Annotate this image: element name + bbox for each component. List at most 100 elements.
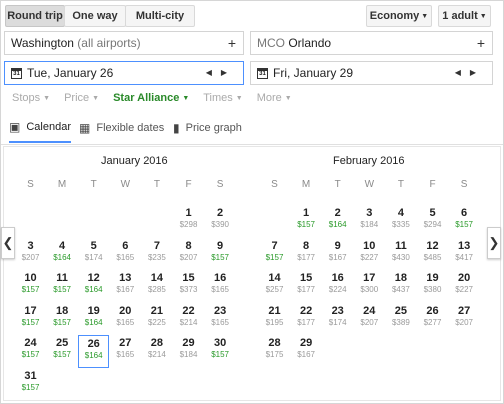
day-cell[interactable]: 20 $227 — [449, 270, 480, 303]
day-cell[interactable]: 10 $227 — [354, 238, 385, 271]
day-cell[interactable]: 24 $157 — [15, 335, 46, 368]
day-cell[interactable]: 7 $157 — [259, 238, 290, 271]
day-cell[interactable]: 25 $389 — [385, 303, 416, 336]
day-cell[interactable]: 4 $164 — [47, 238, 78, 271]
day-number: 4 — [59, 239, 66, 252]
day-cell[interactable]: 31 $157 — [15, 368, 46, 401]
one-way-button[interactable]: One way — [64, 5, 126, 27]
view-tabs: ▣ Calendar ▦ Flexible dates ▮ Price graph — [1, 113, 503, 145]
day-cell[interactable]: 18 $157 — [47, 303, 78, 336]
filter-times[interactable]: Times ▼ — [203, 92, 242, 104]
day-cell[interactable]: 16 $224 — [322, 270, 353, 303]
day-number: 20 — [119, 304, 132, 317]
day-number: 4 — [397, 207, 404, 219]
day-cell[interactable]: 8 $207 — [173, 238, 204, 271]
day-cell[interactable]: 17 $157 — [15, 303, 46, 336]
filter-more[interactable]: More ▼ — [257, 92, 292, 104]
day-cell[interactable]: 26 $277 — [417, 303, 448, 336]
day-cell[interactable]: 28 $214 — [141, 335, 172, 368]
day-cell[interactable]: 12 $164 — [78, 270, 109, 303]
day-cell[interactable]: 19 $164 — [78, 303, 109, 336]
day-cell[interactable]: 20 $165 — [110, 303, 141, 336]
day-cell[interactable]: 2 $164 — [322, 205, 353, 238]
tab-flexible-dates[interactable]: ▦ Flexible dates — [79, 113, 164, 143]
day-cell[interactable]: 14 $257 — [259, 270, 290, 303]
day-number: 23 — [213, 304, 227, 317]
tab-calendar[interactable]: ▣ Calendar — [9, 113, 71, 143]
day-price: $207 — [360, 317, 379, 327]
origin-detail: (all airports) — [77, 36, 141, 50]
day-price: $175 — [265, 350, 284, 359]
chevron-right-icon: ❯ — [488, 235, 500, 250]
origin-field[interactable]: Washington (all airports) + — [4, 31, 244, 55]
depart-date-field[interactable]: 31 Tue, January 26 ◀▶ — [4, 61, 244, 85]
day-cell[interactable]: 17 $300 — [354, 270, 385, 303]
day-cell[interactable]: 13 $167 — [110, 270, 141, 303]
filter-price[interactable]: Price ▼ — [64, 92, 99, 104]
day-cell[interactable]: 22 $177 — [291, 303, 322, 336]
multi-city-button[interactable]: Multi-city — [125, 5, 195, 27]
day-cell[interactable]: 21 $195 — [259, 303, 290, 336]
day-cell[interactable]: 9 $157 — [205, 238, 236, 271]
weekday-label: M — [301, 179, 311, 190]
day-cell[interactable]: 21 $225 — [141, 303, 172, 336]
day-cell[interactable]: 5 $174 — [78, 238, 109, 271]
weekday-label: S — [216, 179, 224, 190]
day-cell[interactable]: 16 $165 — [205, 270, 236, 303]
day-number: 23 — [331, 304, 344, 317]
day-cell[interactable]: 23 $174 — [322, 303, 353, 336]
day-cell[interactable]: 1 $298 — [173, 205, 204, 238]
day-cell[interactable]: 30 $157 — [205, 335, 236, 368]
day-cell[interactable]: 19 $380 — [417, 270, 448, 303]
destination-field[interactable]: MCO Orlando + — [250, 31, 493, 55]
day-cell[interactable]: 12 $485 — [417, 238, 448, 271]
passengers-select[interactable]: 1 adult ▼ — [438, 5, 491, 27]
day-number: 13 — [119, 272, 132, 284]
day-cell[interactable]: 8 $177 — [291, 238, 322, 271]
day-cell[interactable]: 2 $390 — [205, 205, 236, 238]
day-cell[interactable]: 15 $373 — [173, 270, 204, 303]
day-cell[interactable]: 3 $184 — [354, 205, 385, 238]
day-cell[interactable]: 14 $285 — [141, 270, 172, 303]
previous-month-button[interactable]: ❮ — [1, 227, 15, 259]
tab-price-graph[interactable]: ▮ Price graph — [173, 113, 242, 143]
day-cell[interactable]: 27 $207 — [449, 303, 480, 336]
day-cell[interactable]: 11 $430 — [385, 238, 416, 271]
filter-airlines[interactable]: Star Alliance ▼ — [113, 92, 189, 104]
return-date-field[interactable]: 31 Fri, January 29 ◀▶ — [250, 61, 493, 85]
flight-search-panel: Round trip One way Multi-city Economy ▼ 1… — [0, 0, 504, 404]
day-cell[interactable]: 4 $335 — [385, 205, 416, 238]
day-cell[interactable]: 7 $235 — [141, 238, 172, 271]
cabin-select[interactable]: Economy ▼ — [366, 5, 432, 27]
day-cell[interactable]: 6 $157 — [449, 205, 480, 238]
day-cell[interactable]: 1 $157 — [291, 205, 322, 238]
day-cell[interactable]: 6 $165 — [110, 238, 141, 271]
day-cell[interactable]: 5 $294 — [417, 205, 448, 238]
day-cell[interactable]: 28 $175 — [259, 335, 290, 368]
day-cell[interactable]: 23 $165 — [205, 303, 236, 336]
day-cell[interactable]: 9 $167 — [322, 238, 353, 271]
add-origin-icon[interactable]: + — [228, 35, 236, 51]
day-price: $300 — [360, 285, 379, 294]
return-date-arrows[interactable]: ◀▶ — [455, 68, 485, 77]
day-cell[interactable]: 27 $165 — [110, 335, 141, 368]
round-trip-button[interactable]: Round trip — [5, 5, 65, 27]
day-cell[interactable]: 25 $157 — [47, 335, 78, 368]
day-cell[interactable]: 24 $207 — [354, 303, 385, 336]
day-number: 28 — [150, 337, 164, 349]
day-cell[interactable]: 29 $184 — [173, 335, 204, 368]
day-cell[interactable]: 10 $157 — [15, 270, 46, 303]
day-cell[interactable]: 15 $177 — [291, 270, 322, 303]
add-destination-icon[interactable]: + — [477, 35, 485, 51]
day-cell[interactable]: 13 $417 — [449, 238, 480, 271]
day-cell[interactable]: 3 $207 — [15, 238, 46, 271]
day-cell[interactable]: 22 $214 — [173, 303, 204, 336]
day-cell[interactable]: 18 $437 — [385, 270, 416, 303]
day-cell[interactable]: 11 $157 — [47, 270, 78, 303]
day-cell[interactable]: 29 $167 — [291, 335, 322, 368]
next-month-button[interactable]: ❯ — [487, 227, 501, 259]
selected-day-cell[interactable]: 26 $164 — [78, 335, 110, 368]
tab-calendar-label: Calendar — [26, 121, 71, 133]
depart-date-arrows[interactable]: ◀▶ — [206, 68, 236, 77]
filter-stops[interactable]: Stops ▼ — [12, 92, 50, 104]
